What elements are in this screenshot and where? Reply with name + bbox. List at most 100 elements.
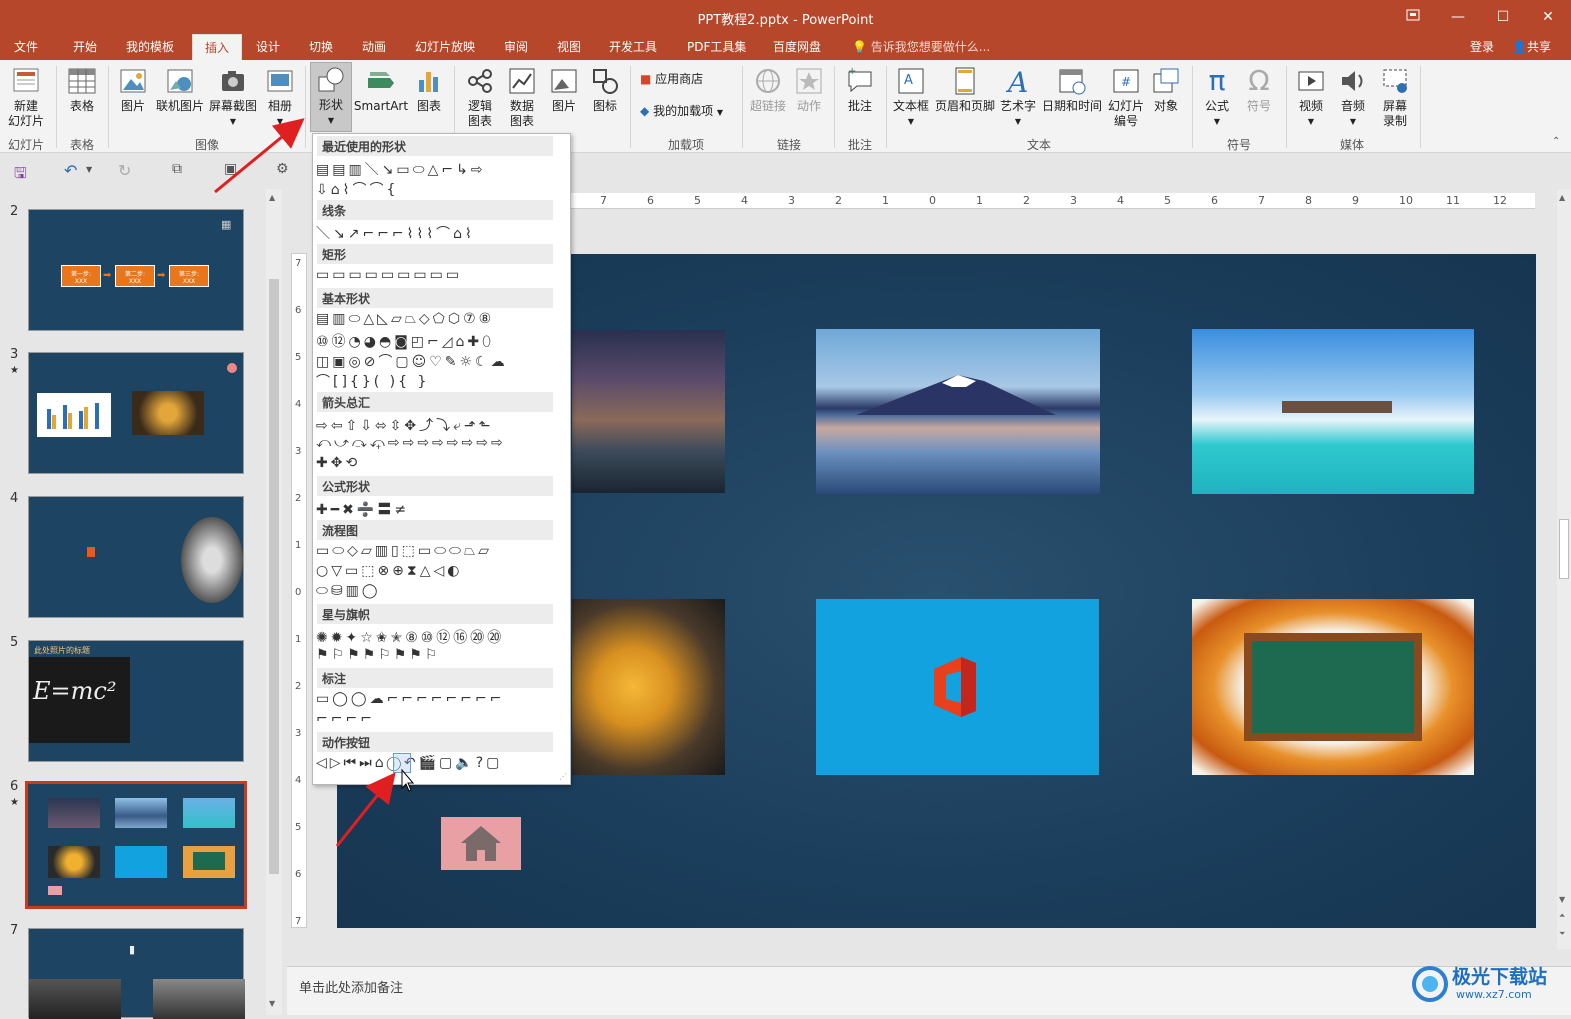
slide-thumb-6-selected[interactable]	[25, 781, 247, 909]
shapes-gallery-dropdown[interactable]: 最近使用的形状 ▤▤▥＼↘▭⬭△⌐↳⇨ ⇩⌂⌇⌒⌒{ 线条 ＼↘↗⌐⌐⌐⌇⌇⌇⌒…	[312, 133, 571, 785]
shape-row[interactable]: ⤺⤻⤼⤽⇨⇨⇨⇨⇨⇨⇨⇨	[316, 435, 561, 451]
next-slide-icon[interactable]: ⏷	[1559, 929, 1565, 939]
shape-row[interactable]: ⇨⇦⇧⇩⬄⇳✥⤴⤵⤶⬏⬑	[316, 415, 561, 435]
action-button[interactable]: 动作	[792, 64, 826, 114]
tab-baidu-pan[interactable]: 百度网盘	[773, 38, 821, 55]
shape-row[interactable]: ✚✥⟲	[316, 455, 561, 471]
scroll-thumb[interactable]	[1559, 519, 1569, 579]
resize-grip-icon[interactable]: ⋰	[559, 772, 567, 781]
object-button[interactable]: 对象	[1148, 64, 1184, 114]
autumn-leaf-photo[interactable]	[572, 599, 725, 775]
tab-animations[interactable]: 动画	[362, 38, 386, 55]
shape-row[interactable]: ⌐⌐⌐⌐	[316, 711, 561, 727]
tab-insert[interactable]: 插入	[192, 34, 243, 60]
slide-thumb-4[interactable]	[28, 496, 244, 618]
tab-file[interactable]: 文件	[14, 38, 38, 55]
start-slideshow-icon[interactable]: ⧉	[172, 161, 182, 177]
shape-row[interactable]: ▤▤▥＼↘▭⬭△⌐↳⇨	[316, 159, 561, 179]
chart-button[interactable]: 图表	[412, 64, 446, 114]
login-link[interactable]: 登录	[1470, 38, 1494, 55]
symbol-button[interactable]: Ω 符号	[1240, 64, 1278, 114]
notes-pane[interactable]: 单击此处添加备注	[287, 966, 1571, 1015]
thumbnails-scrollbar[interactable]: ▲ ▼	[266, 189, 282, 1015]
canvas-scrollbar[interactable]: ▲ ▼ ⏶ ⏷	[1557, 189, 1571, 949]
scroll-up-icon[interactable]: ▲	[1559, 193, 1565, 202]
slide-thumb-5[interactable]: 此处照片的标题 E=mc²	[28, 640, 244, 762]
scroll-thumb[interactable]	[269, 279, 279, 874]
shape-row[interactable]: ⑩⑫◔◕◓◙◰⌐◿⌂✚⬯	[316, 331, 561, 351]
tab-home[interactable]: 开始	[73, 38, 97, 55]
icons-button[interactable]: 图标	[586, 64, 624, 114]
tropical-beach-photo[interactable]	[1192, 329, 1474, 494]
home-action-button[interactable]	[441, 817, 521, 870]
header-footer-button[interactable]: 页眉和页脚	[933, 64, 997, 114]
undo-icon[interactable]: ↶	[64, 161, 77, 180]
smartart-button[interactable]: SmartArt	[353, 64, 409, 114]
data-chart-button[interactable]: 数据 图表	[503, 64, 541, 129]
shape-row[interactable]: ⌒[]{}( ){ }	[316, 371, 561, 391]
save-icon[interactable]: 🖫	[14, 163, 27, 188]
slide-number-button[interactable]: # 幻灯片 编号	[1106, 64, 1146, 129]
minimize-button[interactable]: —	[1438, 4, 1478, 30]
action-button-home-hover[interactable]	[393, 753, 411, 773]
shape-row[interactable]: ⇩⌂⌇⌒⌒{	[316, 179, 561, 199]
wordart-button[interactable]: A 艺术字 ▼	[999, 64, 1037, 129]
city-night-photo[interactable]	[572, 330, 725, 493]
scroll-up-icon[interactable]: ▲	[269, 193, 275, 202]
tab-review[interactable]: 审阅	[504, 38, 528, 55]
shape-row[interactable]: ✺✹✦☆✬✭⑧⑩⑫⑯⑳⑳	[316, 627, 561, 647]
logic-chart-button[interactable]: 逻辑 图表	[460, 64, 500, 129]
shape-row-action-buttons[interactable]: ◁▷⏮⏭⌂ⓘ↶🎬▢🔈?▢	[316, 755, 561, 771]
picture2-button[interactable]: 图片	[545, 64, 583, 114]
touch-mode-icon[interactable]: ▣	[224, 161, 237, 177]
undo-dropdown-icon[interactable]: ▼	[86, 165, 92, 174]
tab-pdf-tools[interactable]: PDF工具集	[687, 38, 746, 55]
shape-row[interactable]: ▭▭▭▭▭▭▭▭▭	[316, 267, 561, 283]
shape-row[interactable]: ＼↘↗⌐⌐⌐⌇⌇⌇⌒⌂⌇	[316, 223, 561, 243]
datetime-button[interactable]: 日期和时间	[1040, 64, 1104, 114]
customize-qat-icon[interactable]: ⚙	[276, 161, 289, 177]
slide-thumb-7[interactable]: ▮	[28, 928, 245, 1019]
tell-me-search[interactable]: 💡 告诉我您想要做什么...	[852, 38, 990, 55]
hyperlink-button[interactable]: 超链接	[747, 64, 789, 114]
close-button[interactable]: ✕	[1528, 4, 1568, 30]
shapes-button[interactable]: 形状 ▼	[310, 62, 352, 132]
screen-record-button[interactable]: 屏幕 录制	[1376, 64, 1414, 129]
mount-fuji-photo[interactable]	[816, 329, 1100, 494]
share-button[interactable]: 👤共享	[1512, 38, 1551, 55]
tab-slideshow[interactable]: 幻灯片放映	[415, 38, 475, 55]
my-addins-button[interactable]: ◆ 我的加载项 ▼	[640, 104, 723, 120]
shape-row[interactable]: ⬭⛁▥◯	[316, 583, 561, 599]
collapse-ribbon-icon[interactable]: ⌃	[1552, 136, 1560, 147]
screenshot-button[interactable]: 屏幕截图 ▼	[207, 64, 259, 129]
tab-developer[interactable]: 开发工具	[609, 38, 657, 55]
textbox-button[interactable]: A 文本框 ▼	[892, 64, 930, 129]
redo-icon[interactable]: ↻	[118, 161, 131, 180]
shape-row[interactable]: ◫▣◎⊘⌒▢☺♡✎☼☾☁	[316, 351, 561, 371]
comment-button[interactable]: + 批注	[842, 64, 878, 114]
table-button[interactable]: 表格	[62, 64, 102, 114]
slide-thumb-3[interactable]	[28, 352, 244, 474]
scroll-down-icon[interactable]: ▼	[269, 999, 275, 1008]
audio-button[interactable]: 音频 ▼	[1334, 64, 1372, 129]
tab-my-templates[interactable]: 我的模板	[126, 38, 174, 55]
office-logo-image[interactable]	[816, 599, 1099, 775]
slide-thumb-2[interactable]: ▦ 第一步: XXX ➡ 第二步: XXX ➡ 第三步: XXX	[28, 209, 244, 331]
picture-button[interactable]: 图片	[114, 64, 152, 114]
autumn-chalkboard-image[interactable]	[1192, 599, 1474, 775]
tab-view[interactable]: 视图	[557, 38, 581, 55]
online-picture-button[interactable]: 联机图片	[155, 64, 205, 114]
prev-slide-icon[interactable]: ⏶	[1559, 911, 1565, 921]
video-button[interactable]: 视频 ▼	[1292, 64, 1330, 129]
tab-design[interactable]: 设计	[256, 38, 280, 55]
ribbon-display-icon[interactable]	[1393, 4, 1433, 30]
store-button[interactable]: ■ 应用商店	[640, 72, 703, 87]
tab-transitions[interactable]: 切换	[309, 38, 333, 55]
shape-row[interactable]: ▭⬭◇▱▥▯⬚▭⬭⬭⏢▱	[316, 543, 561, 559]
shape-row[interactable]: ○▽▭⬚⊗⊕⧗△◁◐	[316, 563, 561, 579]
shape-row[interactable]: ▤▥⬭△◺▱⏢◇⬠⬡⑦⑧	[316, 311, 561, 327]
new-slide-button[interactable]: 新建 幻灯片	[2, 64, 50, 129]
scroll-down-icon[interactable]: ▼	[1559, 895, 1565, 904]
shape-row[interactable]: ✚━✖➗〓≠	[316, 499, 561, 519]
maximize-button[interactable]: ☐	[1483, 4, 1523, 30]
